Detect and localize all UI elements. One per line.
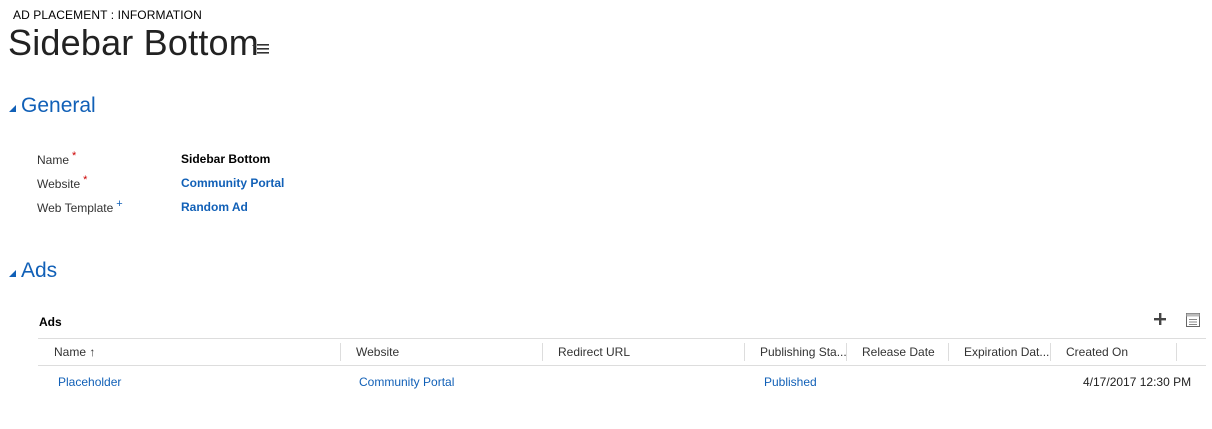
- grid-header: Name ↑ Website Redirect URL Publishing S…: [38, 338, 1206, 366]
- column-header-name[interactable]: Name ↑: [54, 339, 95, 365]
- column-divider[interactable]: [744, 343, 745, 361]
- column-header-redirect-url[interactable]: Redirect URL: [558, 339, 630, 365]
- field-website-label: Website *: [37, 174, 88, 191]
- field-web-template-label: Web Template +: [37, 198, 123, 215]
- field-website-label-text: Website: [37, 177, 81, 191]
- collapse-triangle-icon: [9, 105, 16, 112]
- required-marker: *: [83, 174, 88, 186]
- column-divider[interactable]: [948, 343, 949, 361]
- column-header-expiration-date[interactable]: Expiration Dat...: [964, 339, 1049, 365]
- required-marker: *: [72, 150, 77, 162]
- cell-created-on: 4/17/2017 12:30 PM: [1083, 375, 1192, 389]
- subgrid-title: Ads: [39, 315, 62, 329]
- field-website-value-link[interactable]: Community Portal: [181, 176, 284, 190]
- section-ads-header[interactable]: Ads: [9, 259, 57, 283]
- collapse-triangle-icon: [9, 270, 16, 277]
- column-header-publishing-state[interactable]: Publishing Sta...: [760, 339, 847, 365]
- recommended-marker: +: [116, 198, 123, 210]
- field-web-template-value-link[interactable]: Random Ad: [181, 200, 248, 214]
- section-general-header[interactable]: General: [9, 94, 96, 118]
- column-header-release-date[interactable]: Release Date: [862, 339, 935, 365]
- section-general-title: General: [21, 94, 96, 117]
- grid-view-icon[interactable]: [1186, 313, 1200, 327]
- field-name-label: Name *: [37, 150, 77, 167]
- plus-icon[interactable]: [1152, 311, 1168, 327]
- section-ads-title: Ads: [21, 259, 58, 282]
- page-title: Sidebar Bottom: [8, 22, 259, 63]
- column-divider[interactable]: [1176, 343, 1177, 361]
- column-header-created-on[interactable]: Created On: [1066, 339, 1128, 365]
- cell-publishing-state[interactable]: Published: [764, 375, 817, 389]
- cell-name-link[interactable]: Placeholder: [58, 375, 121, 389]
- column-divider[interactable]: [542, 343, 543, 361]
- field-web-template-label-text: Web Template: [37, 201, 114, 215]
- field-name-label-text: Name: [37, 153, 70, 167]
- cell-website-link[interactable]: Community Portal: [359, 375, 454, 389]
- entity-type-label: AD PLACEMENT : INFORMATION: [13, 8, 202, 22]
- column-header-website[interactable]: Website: [356, 339, 399, 365]
- column-divider[interactable]: [1050, 343, 1051, 361]
- field-name-value[interactable]: Sidebar Bottom: [181, 152, 270, 166]
- list-menu-icon[interactable]: [252, 42, 270, 56]
- column-divider[interactable]: [340, 343, 341, 361]
- column-divider[interactable]: [846, 343, 847, 361]
